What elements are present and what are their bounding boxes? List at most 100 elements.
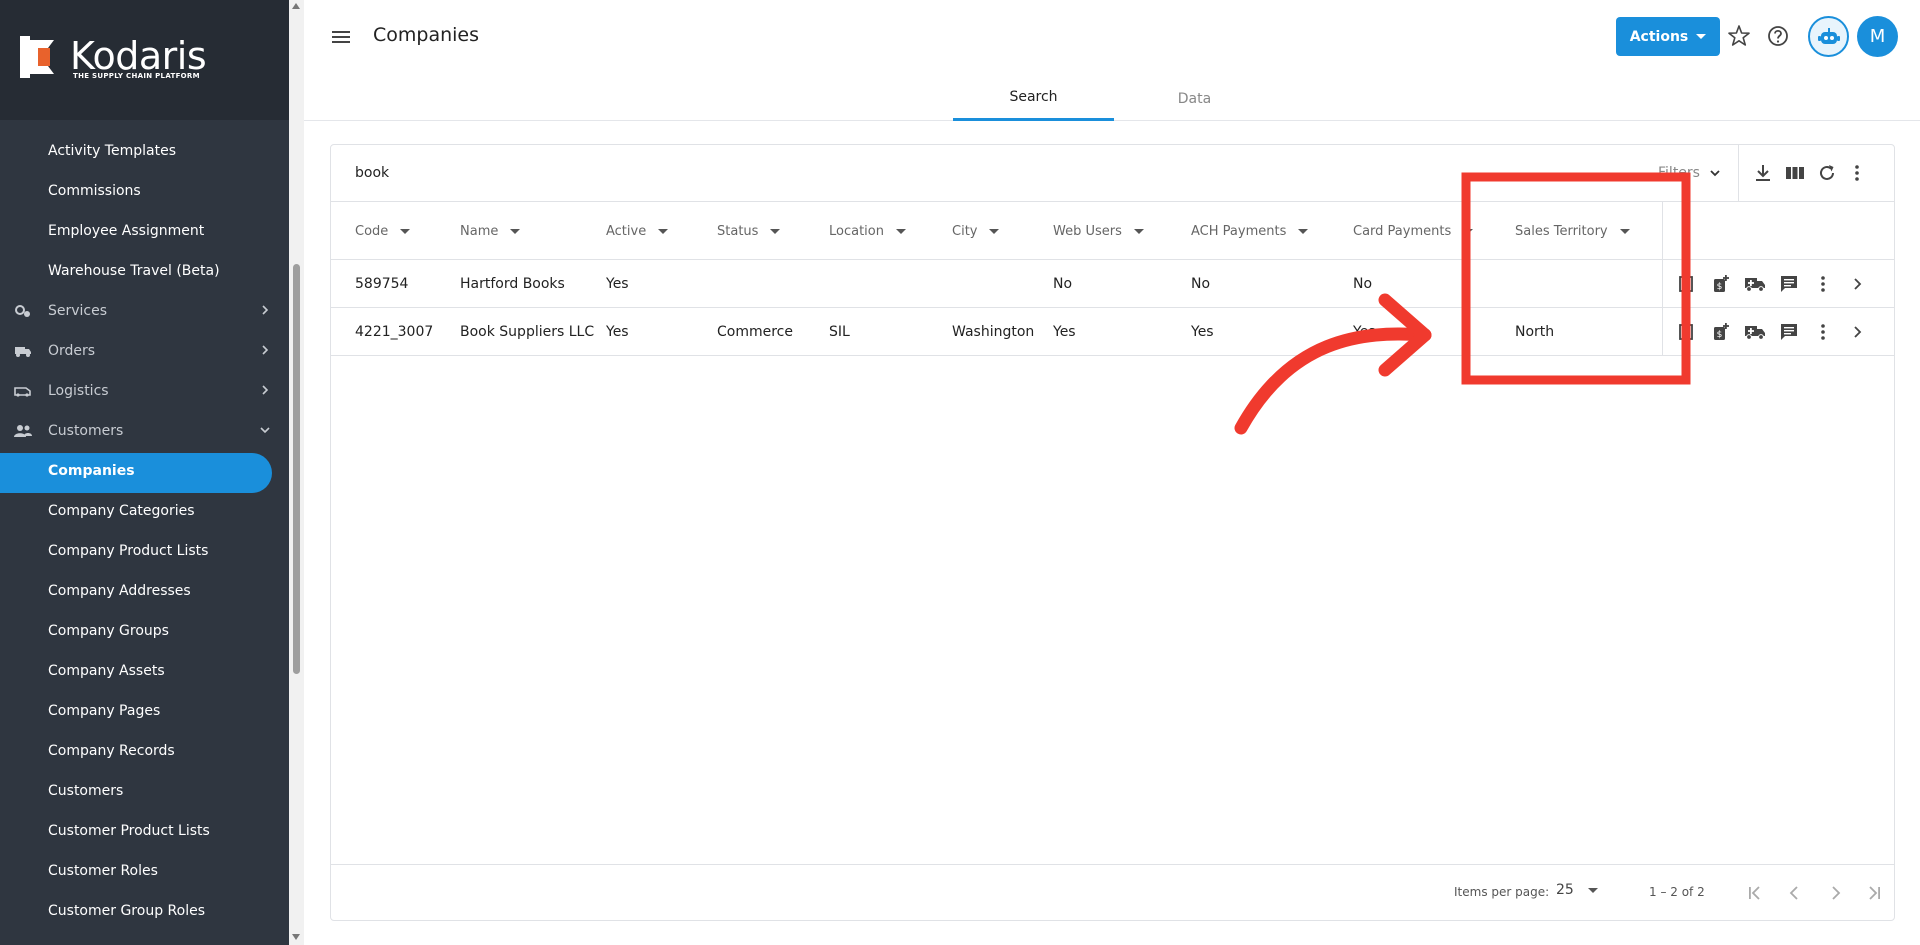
sidebar-item-label: Companies (48, 463, 135, 479)
cell-ach-payments: No (1191, 276, 1211, 292)
tab-search[interactable]: Search (953, 76, 1114, 121)
row-more-icon[interactable] (1806, 272, 1840, 296)
search-input[interactable] (355, 159, 955, 187)
caret-down-icon (1696, 34, 1707, 39)
row-open-chevron-icon[interactable] (1840, 272, 1874, 296)
column-header-label: Web Users (1053, 223, 1122, 239)
sidebar-item-company-categories[interactable]: Company Categories (0, 491, 289, 531)
chevron-right-icon (262, 345, 269, 355)
table-row[interactable]: 589754 Hartford Books Yes No No No $ (331, 260, 1894, 308)
column-header-code[interactable]: Code (355, 202, 411, 260)
van-icon (14, 387, 31, 397)
add-payment-icon[interactable]: $ (1704, 272, 1738, 296)
tab-data[interactable]: Data (1114, 76, 1275, 121)
filters-label: Filters (1658, 165, 1700, 181)
column-header-location[interactable]: Location (829, 202, 906, 260)
paginator: Items per page: 25 1 – 2 of 2 (331, 864, 1894, 920)
sidebar-item-label: Activity Templates (48, 143, 176, 159)
shipping-icon[interactable] (1738, 320, 1772, 344)
cell-active: Yes (606, 276, 629, 292)
user-avatar[interactable]: M (1857, 16, 1898, 57)
sidebar-group-orders[interactable]: Orders (0, 331, 289, 371)
sidebar-group-services[interactable]: Services (0, 291, 289, 331)
sidebar-item-customer-roles[interactable]: Customer Roles (0, 851, 289, 891)
sidebar-item-company-product-lists[interactable]: Company Product Lists (0, 531, 289, 571)
sidebar-item-customers[interactable]: Customers (0, 771, 289, 811)
sidebar-group-customers[interactable]: Customers (0, 411, 289, 451)
row-actions: $ (1670, 320, 1874, 344)
scroll-up-arrow-icon[interactable] (292, 3, 300, 9)
sidebar-item-company-groups[interactable]: Company Groups (0, 611, 289, 651)
comment-icon[interactable] (1772, 320, 1806, 344)
sidebar-item-activity-templates[interactable]: Activity Templates (0, 131, 289, 171)
add-payment-icon[interactable]: $ (1704, 320, 1738, 344)
sidebar-item-label: Warehouse Travel (Beta) (48, 263, 220, 279)
sort-caret-icon (658, 228, 669, 234)
page-header: Companies Actions M Search Data (304, 0, 1920, 121)
sidebar-item-customer-product-lists[interactable]: Customer Product Lists (0, 811, 289, 851)
sidebar-item-employee-assignment[interactable]: Employee Assignment (0, 211, 289, 251)
more-vert-icon[interactable] (1846, 162, 1868, 184)
page-size-select[interactable]: 25 (1556, 882, 1598, 898)
svg-text:$: $ (1717, 330, 1723, 340)
sidebar-item-company-records[interactable]: Company Records (0, 731, 289, 771)
sidebar-item-company-addresses[interactable]: Company Addresses (0, 571, 289, 611)
column-header-city[interactable]: City (952, 202, 1000, 260)
sort-caret-icon (400, 228, 411, 234)
sidebar-item-company-assets[interactable]: Company Assets (0, 651, 289, 691)
filters-toggle[interactable]: Filters (1658, 165, 1722, 181)
robot-icon (1817, 27, 1840, 44)
people-icon (14, 425, 32, 437)
page-range-label: 1 – 2 of 2 (1649, 885, 1705, 899)
refresh-icon[interactable] (1816, 162, 1838, 184)
help-icon[interactable] (1765, 23, 1791, 49)
assistant-bot-icon[interactable] (1808, 16, 1849, 57)
star-icon[interactable] (1726, 23, 1752, 49)
cell-code: 589754 (355, 276, 409, 292)
active-indicator (0, 453, 272, 493)
sidebar-item-company-pages[interactable]: Company Pages (0, 691, 289, 731)
column-header-label: Active (606, 223, 647, 239)
column-header-sales-territory[interactable]: Sales Territory (1515, 202, 1630, 260)
sidebar-group-logistics[interactable]: Logistics (0, 371, 289, 411)
column-header-active[interactable]: Active (606, 202, 669, 260)
sidebar-item-warehouse-travel[interactable]: Warehouse Travel (Beta) (0, 251, 289, 291)
row-open-chevron-icon[interactable] (1840, 320, 1874, 344)
notes-icon[interactable] (1670, 320, 1704, 344)
first-page-icon[interactable] (1743, 881, 1767, 905)
sidebar: Kodaris THE SUPPLY CHAIN PLATFORM Activi… (0, 0, 289, 945)
column-header-web-users[interactable]: Web Users (1053, 202, 1144, 260)
sidebar-item-commissions[interactable]: Commissions (0, 171, 289, 211)
sidebar-scrollbar[interactable] (289, 0, 304, 945)
sidebar-item-label: Company Addresses (48, 583, 191, 599)
next-page-icon[interactable] (1823, 881, 1847, 905)
sidebar-item-companies[interactable]: Companies (0, 451, 289, 493)
column-header-card-payments[interactable]: Card Payments (1353, 202, 1474, 260)
column-header-status[interactable]: Status (717, 202, 781, 260)
last-page-icon[interactable] (1862, 881, 1886, 905)
cell-web-users: Yes (1053, 324, 1076, 340)
sidebar-item-label: Customer Product Lists (48, 823, 210, 839)
scrollbar-thumb[interactable] (293, 264, 300, 674)
columns-icon[interactable] (1784, 162, 1806, 184)
shipping-icon[interactable] (1738, 272, 1772, 296)
comment-icon[interactable] (1772, 272, 1806, 296)
previous-page-icon[interactable] (1783, 881, 1807, 905)
scroll-down-arrow-icon[interactable] (292, 934, 300, 940)
column-header-name[interactable]: Name (460, 202, 521, 260)
actions-button[interactable]: Actions (1616, 17, 1720, 56)
cell-active: Yes (606, 324, 629, 340)
sidebar-item-label: Customers (48, 783, 124, 799)
hamburger-menu-icon[interactable] (331, 28, 351, 46)
sort-caret-icon (1619, 228, 1630, 234)
cell-name: Book Suppliers LLC (460, 324, 595, 340)
notes-icon[interactable] (1670, 272, 1704, 296)
column-header-label: Name (460, 223, 499, 239)
row-more-icon[interactable] (1806, 320, 1840, 344)
cell-web-users: No (1053, 276, 1073, 292)
table-row[interactable]: 4221_3007 Book Suppliers LLC Yes Commerc… (331, 308, 1894, 356)
column-header-ach-payments[interactable]: ACH Payments (1191, 202, 1309, 260)
download-icon[interactable] (1752, 162, 1774, 184)
chevron-right-icon (262, 385, 269, 395)
sidebar-item-customer-group-roles[interactable]: Customer Group Roles (0, 891, 289, 931)
